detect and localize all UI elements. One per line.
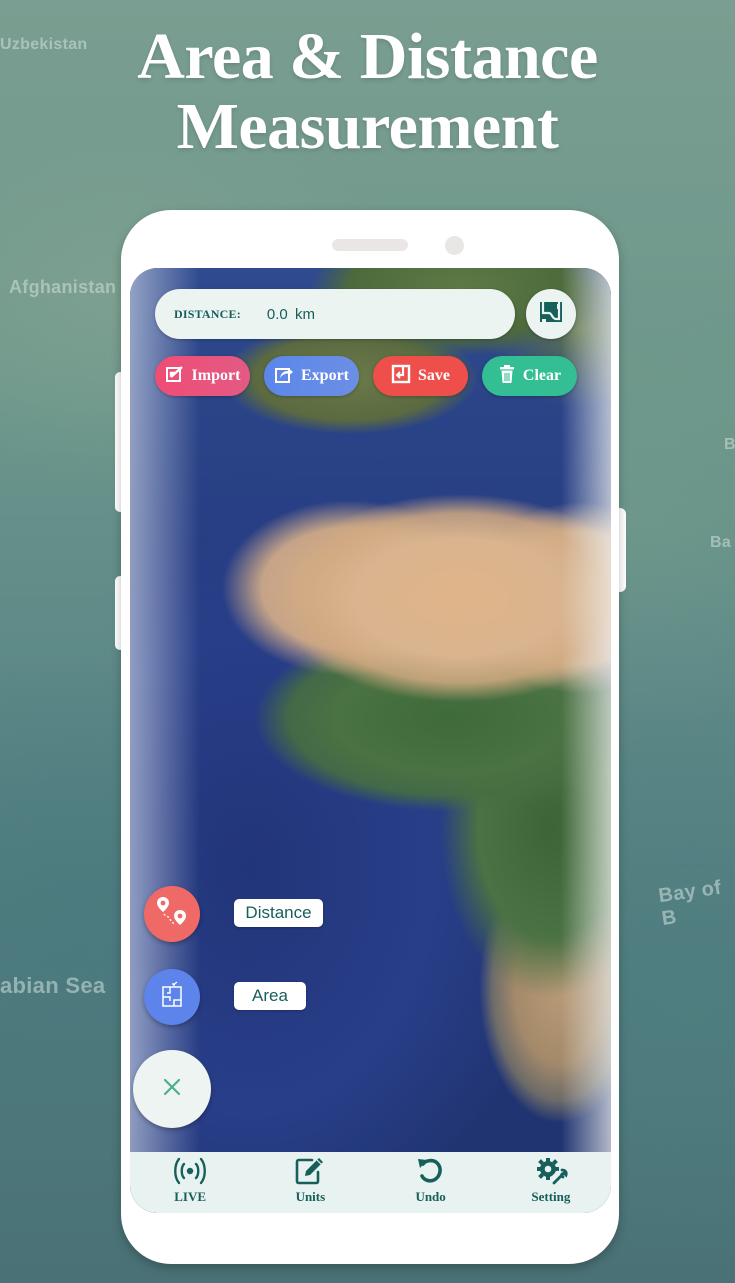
distance-value: 0.0 km — [266, 305, 315, 323]
trash-icon — [498, 364, 516, 389]
save-icon — [391, 364, 411, 389]
close-menu-button[interactable] — [133, 1050, 211, 1128]
save-button[interactable]: Save — [373, 356, 468, 396]
nav-undo-label: Undo — [415, 1189, 446, 1204]
save-label: Save — [418, 367, 450, 384]
export-button[interactable]: Export — [264, 356, 359, 396]
clear-label: Clear — [522, 367, 562, 384]
map-label-afghanistan: Afghanistan — [9, 277, 117, 297]
promo-headline: Area & Distance Measurement — [0, 22, 735, 162]
map-label-arabian-sea: abian Sea — [0, 973, 106, 998]
map-layers-icon — [538, 299, 564, 330]
headline-line-2: Measurement — [176, 90, 559, 163]
area-mode-button[interactable] — [144, 969, 200, 1025]
nav-live[interactable]: LIVE — [145, 1152, 235, 1213]
map-edge-fade — [561, 268, 611, 1213]
map-label-b: B — [724, 436, 735, 453]
route-pins-icon — [155, 895, 189, 934]
phone-camera — [445, 236, 464, 255]
import-label: Import — [191, 367, 241, 384]
nav-setting[interactable]: Setting — [506, 1152, 596, 1213]
undo-icon — [414, 1155, 448, 1187]
map-label-ba: Ba — [710, 534, 732, 551]
live-broadcast-icon — [173, 1155, 207, 1187]
nav-setting-label: Setting — [531, 1189, 571, 1204]
export-icon — [274, 364, 294, 389]
distance-mode-label[interactable]: Distance — [234, 899, 323, 927]
import-icon — [165, 364, 185, 389]
nav-undo[interactable]: Undo — [386, 1152, 476, 1213]
nav-units-label: Units — [295, 1189, 326, 1204]
headline-line-1: Area & Distance — [137, 20, 598, 93]
area-mode-label[interactable]: Area — [234, 982, 306, 1010]
map-label-bay-of-bengal: Bay of B — [657, 876, 723, 931]
nav-live-label: LIVE — [174, 1189, 207, 1204]
phone-speaker — [332, 239, 408, 251]
close-icon — [163, 1078, 181, 1101]
settings-icon — [534, 1155, 568, 1187]
clear-button[interactable]: Clear — [482, 356, 577, 396]
distance-label: DISTANCE: — [174, 306, 241, 321]
import-button[interactable]: Import — [155, 356, 250, 396]
map-type-button[interactable] — [526, 289, 576, 339]
phone-frame: DISTANCE: 0.0 km Import Export Save Clea… — [121, 210, 619, 1264]
floor-plan-icon — [159, 981, 185, 1014]
export-label: Export — [301, 367, 349, 384]
nav-units[interactable]: Units — [265, 1152, 355, 1213]
distance-mode-button[interactable] — [144, 886, 200, 942]
edit-units-icon — [293, 1155, 327, 1187]
bottom-navigation: LIVE Units Undo Setting — [130, 1152, 611, 1213]
distance-readout: DISTANCE: 0.0 km — [155, 289, 515, 339]
app-screen: DISTANCE: 0.0 km Import Export Save Clea… — [130, 268, 611, 1213]
